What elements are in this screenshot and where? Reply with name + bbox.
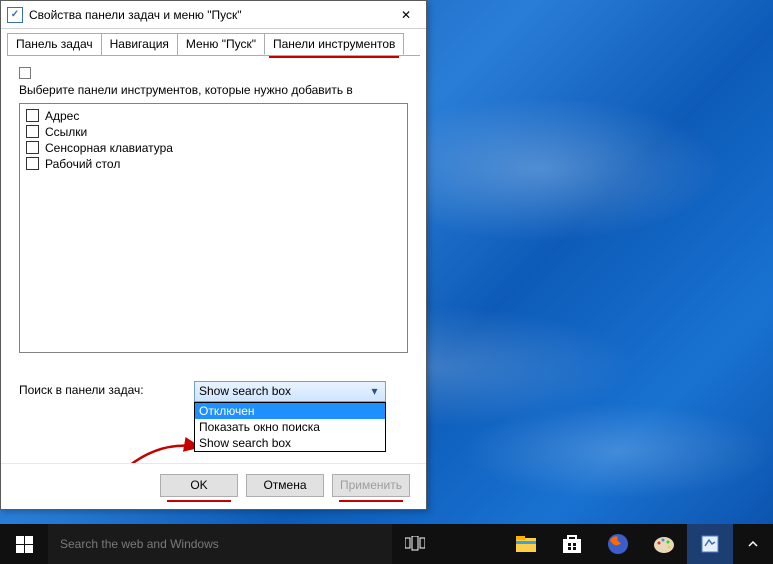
checkbox[interactable] [26, 141, 39, 154]
firefox-icon [606, 532, 630, 556]
close-icon: ✕ [401, 8, 411, 22]
checkbox[interactable] [26, 125, 39, 138]
dropdown-option[interactable]: Показать окно поиска [195, 419, 385, 435]
windows-logo-icon [16, 536, 33, 553]
annotation-underline [167, 500, 231, 502]
tab-content: Выберите панели инструментов, которые ну… [1, 55, 426, 489]
list-item[interactable]: Рабочий стол [26, 156, 401, 172]
tab-strip: Панель задач Навигация Меню "Пуск" Панел… [1, 29, 426, 55]
list-item[interactable]: Сенсорная клавиатура [26, 140, 401, 156]
dialog-buttons: OK Отмена Применить [1, 463, 426, 509]
chevron-up-icon [748, 539, 758, 549]
store-button[interactable] [549, 524, 595, 564]
tab-navigation[interactable]: Навигация [101, 33, 178, 55]
dropdown-option[interactable]: Show search box [195, 435, 385, 451]
store-icon [560, 532, 584, 556]
file-explorer-icon [514, 532, 538, 556]
apply-button: Применить [332, 474, 410, 497]
list-item[interactable]: Адрес [26, 108, 401, 124]
properties-dialog: ✓ Свойства панели задач и меню "Пуск" ✕ … [0, 0, 427, 510]
dropdown-option[interactable]: Отключен [195, 403, 385, 419]
start-button[interactable] [0, 524, 48, 564]
system-tray [733, 525, 773, 563]
annotation-underline [339, 500, 403, 502]
titlebar[interactable]: ✓ Свойства панели задач и меню "Пуск" ✕ [1, 1, 426, 29]
desktop-background: ✓ Свойства панели задач и меню "Пуск" ✕ … [0, 0, 773, 564]
task-view-button[interactable] [392, 524, 438, 564]
search-combobox[interactable]: Show search box ▾ [194, 381, 386, 402]
list-item-label: Адрес [45, 109, 79, 123]
window-icon: ✓ [7, 7, 23, 23]
task-view-icon [405, 536, 425, 552]
file-explorer-button[interactable] [503, 524, 549, 564]
toolbars-listbox[interactable]: Адрес Ссылки Сенсорная клавиатура Рабочи… [19, 103, 408, 353]
search-row: Поиск в панели задач: Show search box ▾ … [19, 381, 408, 402]
search-label: Поиск в панели задач: [19, 381, 194, 397]
paint-button[interactable] [641, 524, 687, 564]
app-icon [698, 532, 722, 556]
small-checkbox[interactable] [19, 67, 31, 79]
list-item-label: Рабочий стол [45, 157, 120, 171]
pinned-apps [503, 524, 733, 564]
ok-button[interactable]: OK [160, 474, 238, 497]
instructions-text: Выберите панели инструментов, которые ну… [19, 83, 408, 99]
taskbar-search-box[interactable]: Search the web and Windows [48, 524, 392, 564]
window-title: Свойства панели задач и меню "Пуск" [29, 8, 386, 22]
tab-taskbar[interactable]: Панель задач [7, 33, 102, 55]
search-placeholder: Search the web and Windows [60, 537, 219, 551]
tab-start-menu[interactable]: Меню "Пуск" [177, 33, 265, 55]
combobox-value: Show search box [199, 384, 291, 398]
tab-toolbars[interactable]: Панели инструментов [264, 33, 404, 55]
close-button[interactable]: ✕ [386, 1, 426, 28]
checkbox[interactable] [26, 157, 39, 170]
annotation-underline [269, 56, 399, 58]
checkbox[interactable] [26, 109, 39, 122]
list-item-label: Ссылки [45, 125, 87, 139]
cancel-button[interactable]: Отмена [246, 474, 324, 497]
paint-icon [652, 532, 676, 556]
firefox-button[interactable] [595, 524, 641, 564]
tray-overflow-button[interactable] [741, 525, 765, 563]
list-item[interactable]: Ссылки [26, 124, 401, 140]
app-button[interactable] [687, 524, 733, 564]
chevron-down-icon: ▾ [366, 383, 383, 400]
taskbar: Search the web and Windows [0, 524, 773, 564]
combobox-dropdown[interactable]: Отключен Показать окно поиска Show searc… [194, 402, 386, 452]
list-item-label: Сенсорная клавиатура [45, 141, 173, 155]
